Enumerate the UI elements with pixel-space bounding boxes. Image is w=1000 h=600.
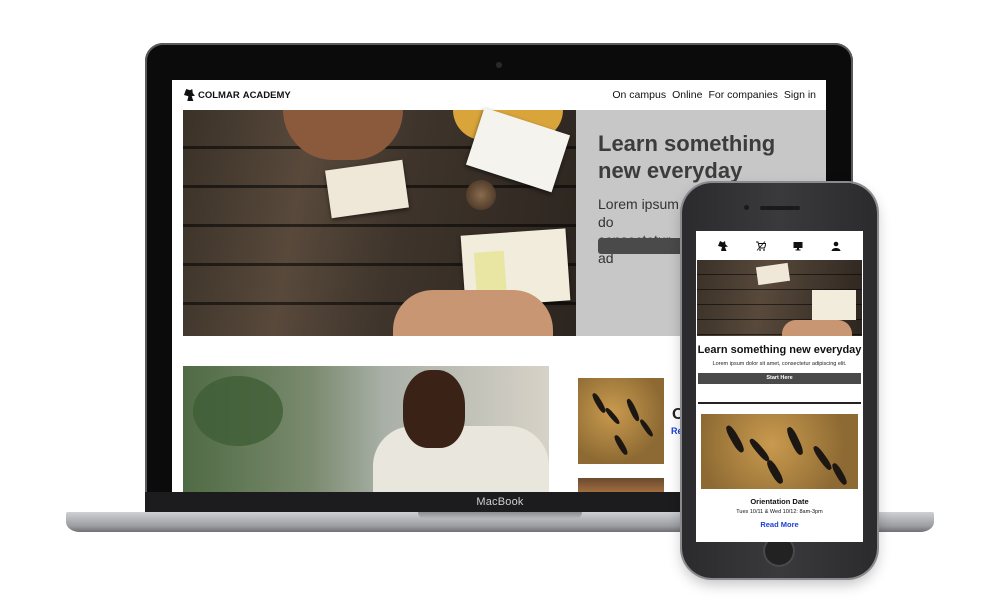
laptop-camera <box>496 62 502 68</box>
nav-sign-in[interactable]: Sign in <box>784 89 816 101</box>
site-logo[interactable]: COLMAR ACADEMY <box>184 89 291 101</box>
mobile-hero-text: Lorem ipsum dolor sit amet, consectetur … <box>712 361 847 367</box>
mobile-website: Learn something new everyday Lorem ipsum… <box>696 231 863 542</box>
nav-online[interactable]: Online <box>672 89 702 101</box>
read-more-link[interactable]: Read More <box>696 520 863 529</box>
monitor-icon[interactable] <box>791 239 805 253</box>
logo-icon[interactable] <box>716 239 730 253</box>
logo-rest: ACADEMY <box>242 89 291 101</box>
nav-for-companies[interactable]: For companies <box>708 89 777 101</box>
mobile-hero-title: Learn something new everyday <box>697 344 862 356</box>
lion-icon <box>184 89 195 101</box>
orientation-dates: Tues 10/11 & Wed 10/12: 8am-3pm <box>736 509 823 515</box>
feature-image <box>183 366 549 492</box>
mobile-nav <box>696 231 863 260</box>
device-label: MacBook <box>476 496 524 508</box>
nav-on-campus[interactable]: On campus <box>612 89 666 101</box>
mobile-hero-image <box>697 260 862 336</box>
start-here-button[interactable]: Start Here <box>698 373 861 384</box>
site-header: COLMAR ACADEMY On campus Online For compa… <box>172 80 826 110</box>
hero-title: Learn something new everyday <box>598 131 776 183</box>
mobile-orientation-image[interactable] <box>701 414 858 489</box>
hero-text: Lorem ipsum do consectetur ad <box>598 196 679 266</box>
orientation-title: Orientation Date <box>750 497 809 506</box>
hero-image <box>183 107 576 336</box>
user-icon[interactable] <box>829 239 843 253</box>
orientation-thumbnail[interactable] <box>578 378 664 464</box>
second-thumbnail[interactable] <box>578 478 664 492</box>
phone-speaker <box>760 206 800 210</box>
logo-bold: COLMAR <box>198 89 240 101</box>
phone-camera <box>744 205 749 210</box>
cart-icon[interactable] <box>754 239 768 253</box>
main-nav: On campus Online For companies Sign in <box>612 89 816 101</box>
section-divider <box>698 402 861 404</box>
